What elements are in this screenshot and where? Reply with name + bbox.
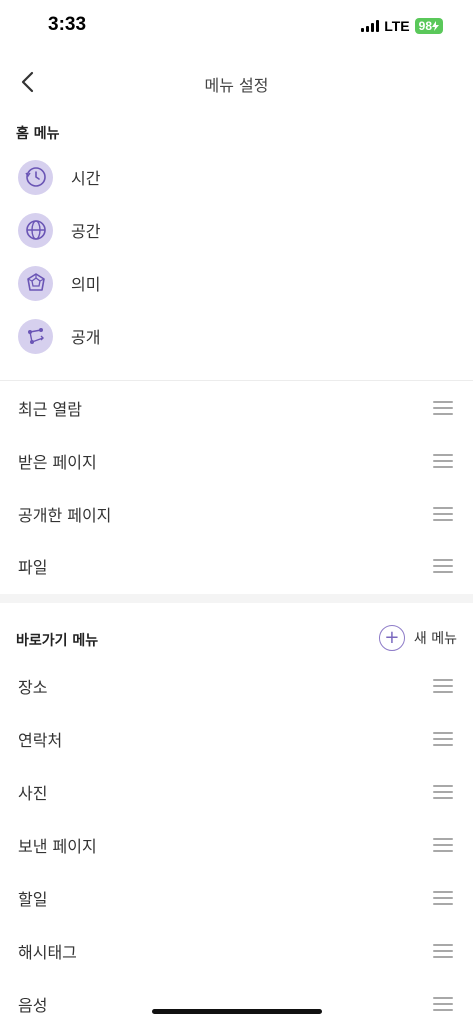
list-item-label: 할일 bbox=[18, 890, 48, 909]
home-indicator[interactable] bbox=[152, 1009, 322, 1014]
list-item-label: 장소 bbox=[18, 678, 48, 697]
drag-handle-icon[interactable] bbox=[433, 507, 453, 521]
list-item-label: 보낸 페이지 bbox=[18, 837, 97, 856]
list-item-label: 사진 bbox=[18, 784, 48, 803]
charging-bolt-icon bbox=[432, 21, 439, 31]
list-item-label: 해시태그 bbox=[18, 943, 77, 962]
drag-handle-icon[interactable] bbox=[433, 559, 453, 573]
status-bar: 3:33 LTE 98 bbox=[0, 0, 473, 54]
drag-handle-icon[interactable] bbox=[433, 732, 453, 746]
home-menu-title: 홈 메뉴 bbox=[16, 126, 60, 142]
list-item[interactable]: 공개한 페이지 bbox=[0, 494, 473, 534]
star-shape-icon bbox=[18, 265, 53, 301]
list-item[interactable]: 할일 bbox=[0, 878, 473, 918]
status-indicators: LTE 98 bbox=[361, 18, 443, 34]
list-item-label: 파일 bbox=[18, 558, 48, 577]
divider bbox=[0, 380, 473, 381]
list-item[interactable]: 최근 열람 bbox=[0, 388, 473, 428]
home-item-public[interactable]: 공개 bbox=[18, 316, 100, 356]
drag-handle-icon[interactable] bbox=[433, 997, 453, 1011]
battery-level: 98 bbox=[418, 19, 432, 33]
home-item-meaning[interactable]: 의미 bbox=[18, 263, 100, 303]
drag-handle-icon[interactable] bbox=[433, 785, 453, 799]
drag-handle-icon[interactable] bbox=[433, 944, 453, 958]
home-item-label: 의미 bbox=[71, 275, 101, 294]
globe-icon bbox=[18, 212, 53, 248]
add-menu-button[interactable]: + 새 메뉴 bbox=[378, 624, 457, 652]
list-item[interactable]: 음성 bbox=[0, 984, 473, 1024]
home-item-label: 공간 bbox=[71, 222, 101, 241]
network-type: LTE bbox=[384, 18, 410, 34]
list-item[interactable]: 파일 bbox=[0, 546, 473, 586]
list-item-label: 공개한 페이지 bbox=[18, 506, 112, 525]
battery-icon: 98 bbox=[414, 18, 443, 34]
drag-handle-icon[interactable] bbox=[433, 891, 453, 905]
home-item-space[interactable]: 공간 bbox=[18, 210, 100, 250]
nav-bar: 메뉴 설정 bbox=[0, 56, 473, 108]
list-item[interactable]: 장소 bbox=[0, 666, 473, 706]
plus-icon: + bbox=[378, 625, 405, 651]
list-item-label: 최근 열람 bbox=[18, 400, 82, 419]
home-item-label: 공개 bbox=[71, 328, 101, 347]
clock-history-icon bbox=[18, 159, 53, 195]
home-item-label: 시간 bbox=[71, 169, 101, 188]
add-menu-label: 새 메뉴 bbox=[413, 631, 457, 647]
shortcut-menu-title: 바로가기 메뉴 bbox=[16, 633, 99, 649]
list-item[interactable]: 보낸 페이지 bbox=[0, 825, 473, 865]
list-item-label: 연락처 bbox=[18, 731, 63, 750]
list-item-label: 받은 페이지 bbox=[18, 453, 97, 472]
list-item[interactable]: 사진 bbox=[0, 772, 473, 812]
share-route-icon bbox=[18, 318, 53, 354]
section-divider bbox=[0, 594, 473, 603]
drag-handle-icon[interactable] bbox=[433, 838, 453, 852]
drag-handle-icon[interactable] bbox=[433, 454, 453, 468]
list-item[interactable]: 해시태그 bbox=[0, 931, 473, 971]
home-item-time[interactable]: 시간 bbox=[18, 157, 100, 197]
list-item[interactable]: 받은 페이지 bbox=[0, 441, 473, 481]
status-time: 3:33 bbox=[48, 14, 87, 35]
list-item-label: 음성 bbox=[18, 996, 48, 1015]
page-title: 메뉴 설정 bbox=[204, 76, 269, 95]
drag-handle-icon[interactable] bbox=[433, 679, 453, 693]
list-item[interactable]: 연락처 bbox=[0, 719, 473, 759]
drag-handle-icon[interactable] bbox=[433, 401, 453, 415]
signal-icon bbox=[361, 20, 380, 32]
